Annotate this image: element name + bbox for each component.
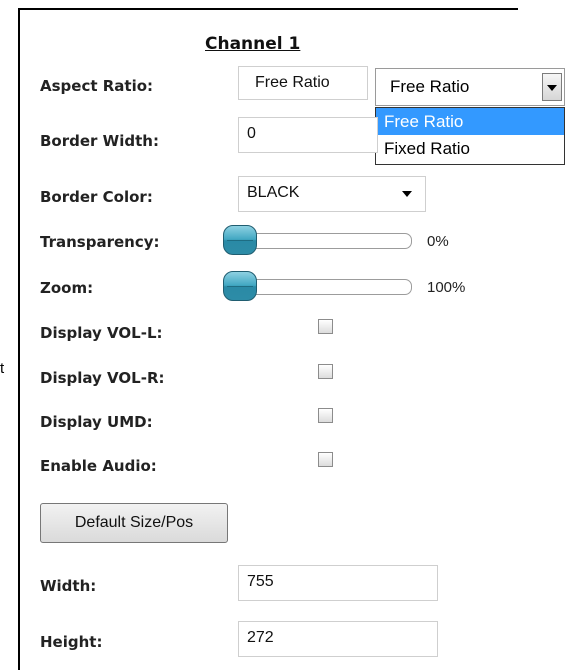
- aspect-ratio-select-value: Free Ratio: [390, 77, 470, 96]
- default-size-pos-button[interactable]: Default Size/Pos: [40, 503, 228, 543]
- slider-knob-icon[interactable]: [223, 225, 257, 255]
- border-width-label: Border Width:: [40, 132, 159, 150]
- aspect-ratio-select[interactable]: Free Ratio: [375, 68, 565, 106]
- border-color-label: Border Color:: [40, 188, 153, 206]
- width-input[interactable]: 755: [238, 565, 438, 601]
- option-fixed-ratio[interactable]: Fixed Ratio: [376, 135, 564, 162]
- height-input[interactable]: 272: [238, 621, 438, 657]
- channel-title: Channel 1: [205, 34, 301, 54]
- transparency-label: Transparency:: [40, 233, 160, 251]
- enable-audio-label: Enable Audio:: [40, 457, 157, 475]
- enable-audio-checkbox[interactable]: [318, 452, 333, 467]
- display-umd-label: Display UMD:: [40, 413, 153, 431]
- display-vol-l-label: Display VOL-L:: [40, 324, 163, 342]
- slider-knob-icon[interactable]: [223, 271, 257, 301]
- chevron-down-icon[interactable]: [542, 73, 562, 101]
- zoom-value: 100%: [427, 279, 466, 296]
- display-vol-r-checkbox[interactable]: [318, 364, 333, 379]
- panel-left-border: [18, 8, 20, 670]
- border-color-value: BLACK: [247, 184, 300, 201]
- zoom-slider[interactable]: [223, 271, 412, 301]
- zoom-label: Zoom:: [40, 279, 94, 297]
- border-width-input[interactable]: 0: [238, 117, 378, 153]
- aspect-ratio-dropdown: Free Ratio Fixed Ratio: [375, 107, 565, 165]
- stray-text: t: [0, 360, 5, 377]
- width-label: Width:: [40, 577, 97, 595]
- chevron-down-icon: [402, 191, 412, 197]
- display-vol-l-checkbox[interactable]: [318, 319, 333, 334]
- border-color-select[interactable]: BLACK: [238, 176, 426, 212]
- transparency-slider[interactable]: [223, 225, 412, 255]
- aspect-ratio-label: Aspect Ratio:: [40, 77, 154, 95]
- display-umd-checkbox[interactable]: [318, 408, 333, 423]
- aspect-ratio-value: Free Ratio: [238, 66, 368, 100]
- transparency-value: 0%: [427, 233, 449, 250]
- option-free-ratio[interactable]: Free Ratio: [376, 108, 564, 135]
- height-label: Height:: [40, 633, 103, 651]
- panel-top-border: [18, 8, 518, 10]
- display-vol-r-label: Display VOL-R:: [40, 369, 165, 387]
